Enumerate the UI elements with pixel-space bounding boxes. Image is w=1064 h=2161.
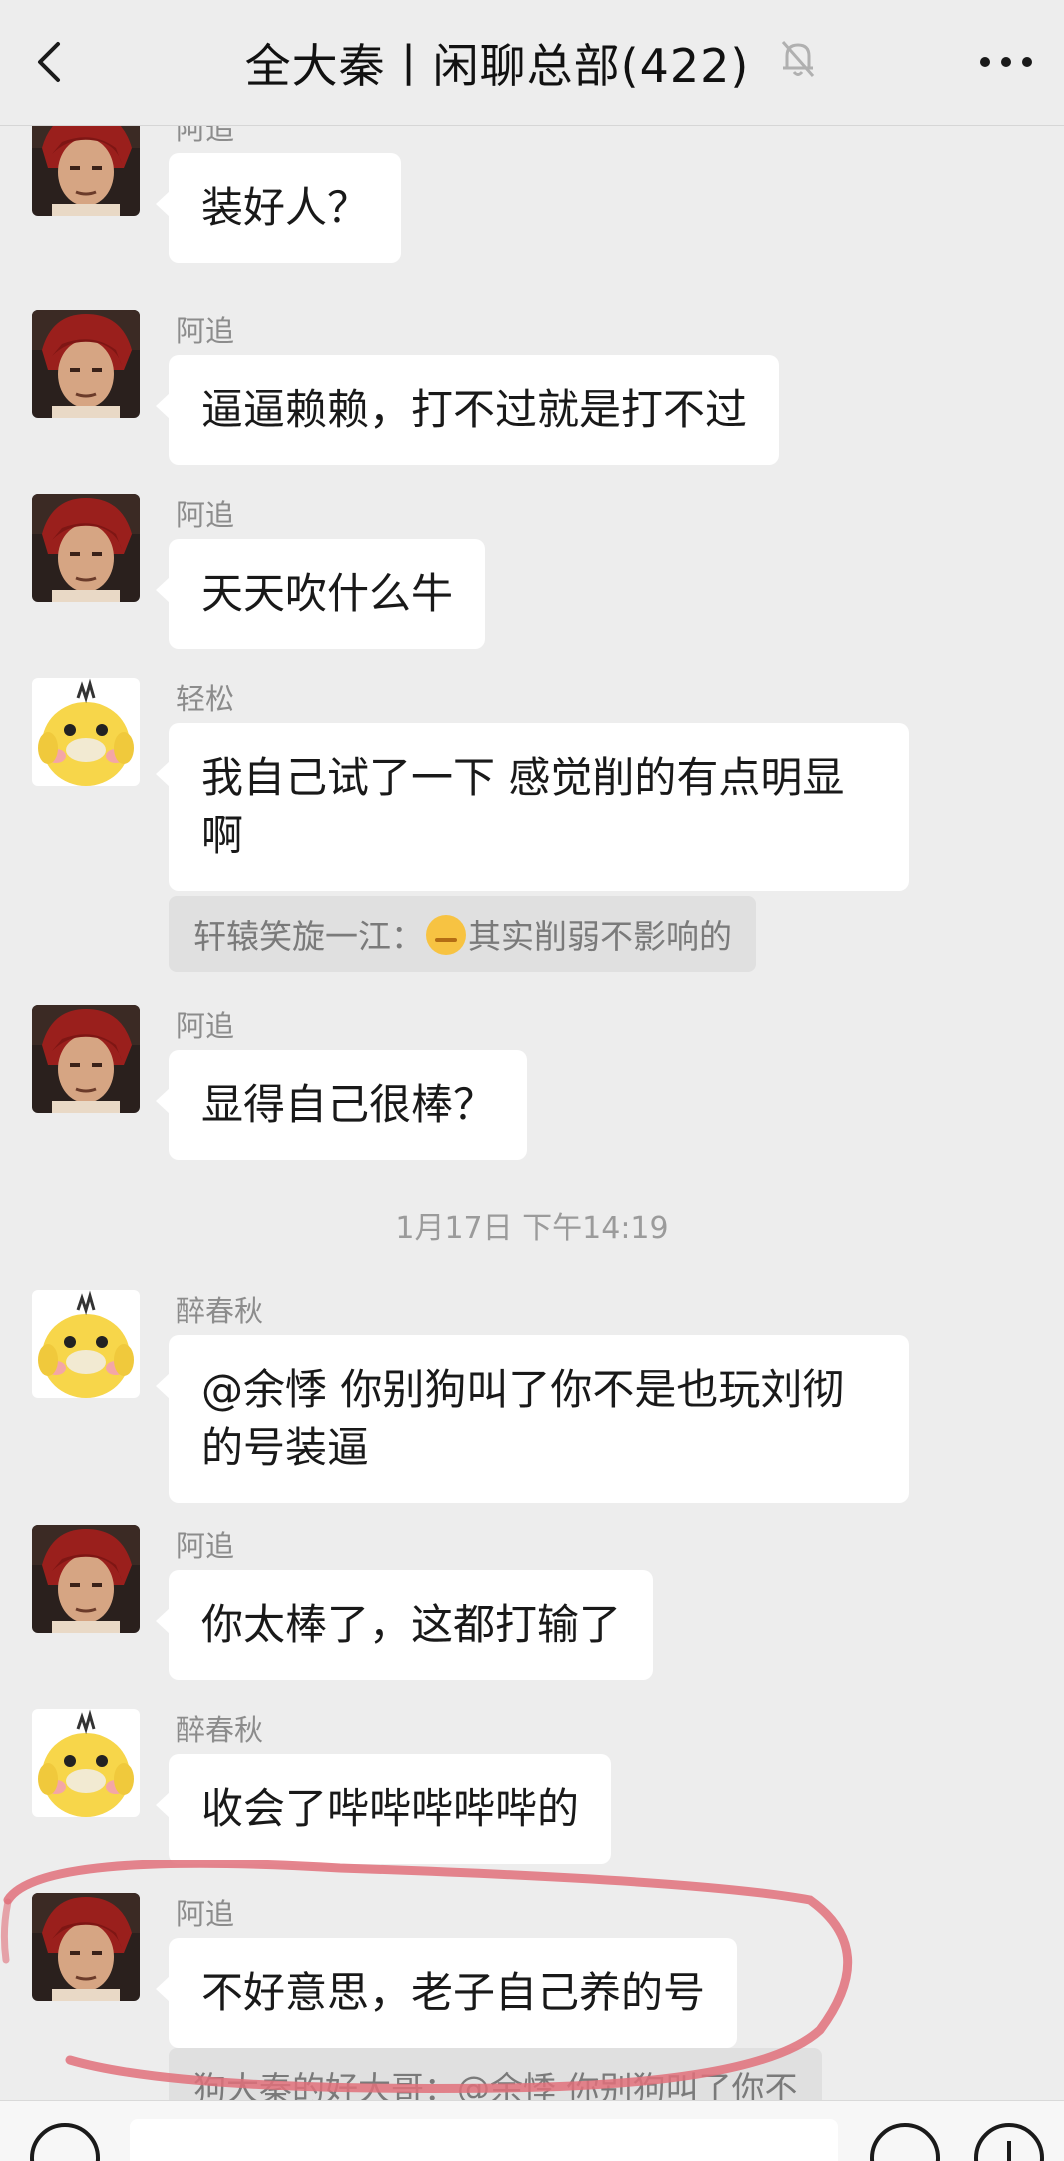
avatar[interactable] — [32, 1005, 140, 1113]
avatar[interactable] — [32, 1525, 140, 1633]
message-input[interactable] — [130, 2119, 838, 2161]
quoted-reply-partial[interactable]: 狗大秦的好大哥：@余悸 你别狗叫了你不 — [169, 2048, 822, 2100]
bell-muted-icon — [782, 41, 815, 77]
sender-name: 阿追 — [176, 1009, 235, 1043]
message-bubble[interactable]: 逼逼赖赖，打不过就是打不过 — [155, 355, 780, 465]
avatar[interactable] — [32, 678, 140, 786]
chat-title-wrap: 全大秦丨闲聊总部(422) — [0, 30, 1064, 96]
ellipsis-icon[interactable] — [978, 55, 1034, 69]
sender-name: 阿追 — [176, 498, 235, 532]
avatar[interactable] — [32, 125, 140, 216]
message-bubble[interactable]: 显得自己很棒？ — [155, 1050, 528, 1160]
message-bubble[interactable]: 收会了哔哔哔哔哔的 — [155, 1754, 612, 1864]
message-list[interactable]: 阿追 装好人？ 阿追 逼逼赖赖，打不过就是打不过 阿追 天天吹什么牛 轻松 我自… — [0, 125, 1064, 2100]
message-bubble[interactable]: 我自己试了一下 感觉削的有点明显啊 — [156, 723, 909, 891]
avatar[interactable] — [32, 494, 140, 602]
quoted-reply[interactable]: 轩辕笑旋一江： 其实削弱不影响的 — [169, 896, 756, 972]
sender-name: 阿追 — [176, 1529, 235, 1563]
message-bubble[interactable]: @余悸 你别狗叫了你不是也玩刘彻的号装逼 — [156, 1335, 909, 1503]
quote-prefix: 轩辕笑旋一江： — [193, 917, 424, 956]
sender-name: 阿追 — [176, 314, 235, 348]
input-bar — [0, 2100, 1064, 2161]
sweat-smile-emoji-icon — [426, 915, 466, 955]
sender-name: 阿追 — [176, 125, 235, 146]
chat-header: 全大秦丨闲聊总部(422) — [0, 0, 1064, 126]
plus-icon[interactable] — [972, 2121, 1046, 2161]
message-bubble[interactable]: 装好人？ — [155, 153, 402, 263]
avatar[interactable] — [32, 1290, 140, 1398]
avatar[interactable] — [32, 1709, 140, 1817]
sender-name: 醉春秋 — [176, 1713, 264, 1747]
message-bubble[interactable]: 你太棒了，这都打输了 — [155, 1570, 654, 1680]
message-bubble[interactable]: 不好意思，老子自己养的号 — [155, 1938, 738, 2048]
chat-title: 全大秦丨闲聊总部(422) — [244, 39, 750, 93]
sender-name: 阿追 — [176, 1897, 235, 1931]
timestamp: 1月17日 下午14:19 — [395, 1211, 669, 1246]
avatar[interactable] — [32, 310, 140, 418]
sender-name: 醉春秋 — [176, 1294, 264, 1328]
voice-icon[interactable] — [28, 2121, 102, 2161]
sender-name: 轻松 — [176, 682, 235, 716]
avatar[interactable] — [32, 1893, 140, 2001]
message-bubble[interactable]: 天天吹什么牛 — [155, 539, 486, 649]
quote-text: 其实削弱不影响的 — [468, 917, 732, 956]
emoji-icon[interactable] — [868, 2121, 942, 2161]
